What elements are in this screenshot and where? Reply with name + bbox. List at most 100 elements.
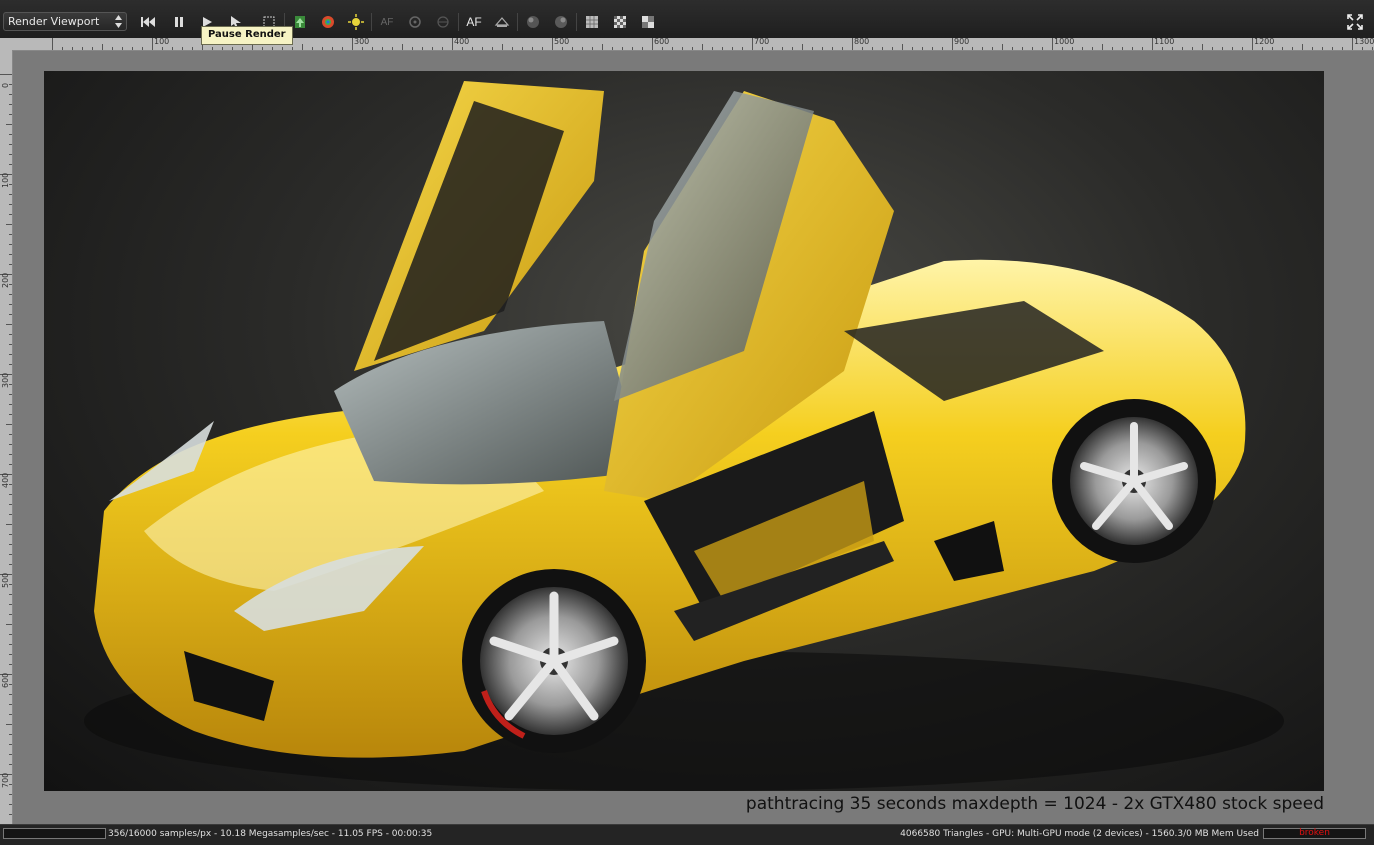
ruler-tick [992, 47, 993, 50]
ruler-tick [792, 47, 793, 50]
ruler-tick [72, 47, 73, 50]
ruler-label: 600 [1, 672, 10, 688]
af-icon: AF [466, 15, 482, 29]
ruler-tick [302, 44, 303, 50]
ruler-tick [182, 47, 183, 50]
ruler-tick [632, 47, 633, 50]
ruler-tick [1332, 47, 1333, 50]
ruler-tick [9, 464, 12, 465]
ruler-tick [9, 614, 12, 615]
ruler-tick [432, 47, 433, 50]
ruler-tick [742, 47, 743, 50]
ruler-label: 1100 [1154, 37, 1175, 46]
camera-button[interactable] [491, 12, 513, 32]
ruler-tick [502, 44, 503, 50]
ruler-tick [9, 104, 12, 105]
ruler-tick [892, 47, 893, 50]
ruler-tick [9, 744, 12, 745]
alpha-button[interactable] [637, 12, 659, 32]
sphere2-button[interactable] [550, 12, 572, 32]
ruler-tick [9, 534, 12, 535]
fullscreen-button[interactable] [1346, 13, 1364, 31]
ruler-tick [312, 47, 313, 50]
ruler-tick [9, 144, 12, 145]
focus-dim-button[interactable] [432, 12, 454, 32]
toolbar-separator [576, 13, 577, 31]
ruler-tick [1012, 47, 1013, 50]
af-dim-icon: AF [380, 16, 394, 28]
ruler-tick [6, 224, 12, 225]
ruler-tick [9, 814, 12, 815]
ruler-tick [922, 47, 923, 50]
ruler-tick [52, 38, 53, 50]
ruler-tick [862, 47, 863, 50]
ruler-tick [9, 804, 12, 805]
ruler-tick [6, 324, 12, 325]
camera-icon [494, 17, 510, 27]
ruler-tick [1112, 47, 1113, 50]
ruler-tick [9, 714, 12, 715]
ruler-tick [592, 47, 593, 50]
ruler-tick [9, 114, 12, 115]
ruler-tick [772, 47, 773, 50]
ruler-tick [192, 47, 193, 50]
render-viewport[interactable]: pathtracing 35 seconds maxdepth = 1024 -… [13, 51, 1374, 824]
ruler-label: 900 [954, 37, 970, 46]
ruler-tick [842, 47, 843, 50]
ruler-tick [9, 654, 12, 655]
ruler-tick [9, 564, 12, 565]
ruler-tick [722, 47, 723, 50]
ruler-tick [1082, 47, 1083, 50]
ruler-tick [412, 47, 413, 50]
sphere2-icon [555, 16, 567, 28]
ruler-tick [1132, 47, 1133, 50]
ruler-tick [9, 704, 12, 705]
ruler-label: 0 [1, 82, 10, 88]
ruler-tick [9, 94, 12, 95]
af-dim-button[interactable]: AF [376, 12, 398, 32]
ruler-tick [1142, 47, 1143, 50]
render-image[interactable] [44, 71, 1324, 791]
ruler-tick [9, 634, 12, 635]
ruler-tick [362, 47, 363, 50]
ruler-tick [1362, 47, 1363, 50]
ruler-tick [9, 694, 12, 695]
light-button[interactable] [345, 12, 367, 32]
ruler-tick [712, 47, 713, 50]
ruler-tick [832, 47, 833, 50]
ruler-tick [562, 47, 563, 50]
color-picker-icon [322, 16, 334, 28]
ruler-tick [9, 364, 12, 365]
af-button[interactable]: AF [463, 12, 485, 32]
viewport-select-value: Render Viewport [8, 15, 100, 28]
checker-button[interactable] [609, 12, 631, 32]
toolbar-separator [517, 13, 518, 31]
color-picker-button[interactable] [317, 12, 339, 32]
sphere-button[interactable] [522, 12, 544, 32]
ruler-tick [9, 244, 12, 245]
ruler-tick [812, 47, 813, 50]
ruler-tick [9, 764, 12, 765]
status-badge: broken [1263, 828, 1366, 839]
ruler-tick [612, 47, 613, 50]
ruler-tick [9, 734, 12, 735]
checker-icon [614, 16, 626, 28]
ruler-tick [0, 74, 12, 75]
ruler-tick [1192, 47, 1193, 50]
ruler-tick [9, 314, 12, 315]
ruler-tick [9, 264, 12, 265]
focus-button[interactable] [404, 12, 426, 32]
ruler-tick [1272, 47, 1273, 50]
ruler-tick [9, 394, 12, 395]
skip-back-button[interactable] [137, 12, 159, 32]
ruler-tick [1222, 47, 1223, 50]
ruler-tick [912, 47, 913, 50]
ruler-tick [372, 47, 373, 50]
pause-button[interactable] [168, 12, 190, 32]
render-caption: pathtracing 35 seconds maxdepth = 1024 -… [745, 794, 1324, 814]
ruler-tick [62, 47, 63, 50]
grid-button[interactable] [581, 12, 603, 32]
ruler-tick [9, 544, 12, 545]
ruler-tick [1152, 38, 1153, 50]
viewport-select[interactable]: Render Viewport [3, 12, 127, 31]
